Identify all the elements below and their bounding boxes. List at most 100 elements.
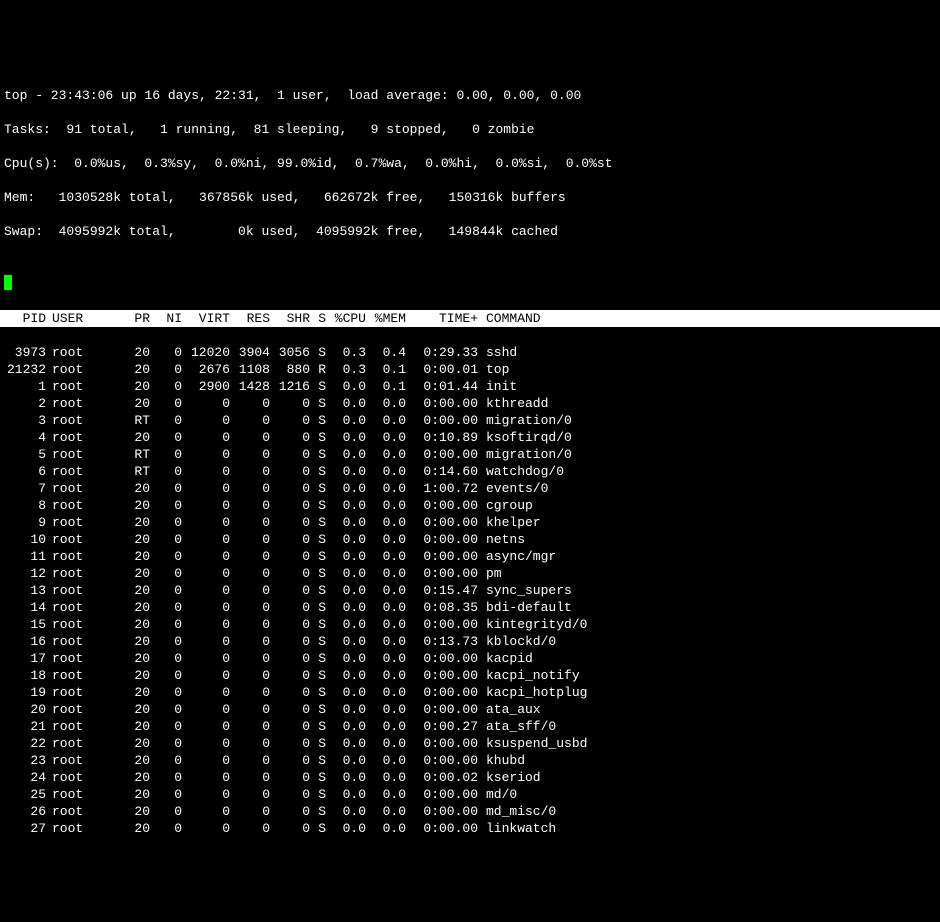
cell-time: 0:00.00 — [406, 565, 478, 582]
cell-mem: 0.0 — [366, 446, 406, 463]
cell-pr: 20 — [118, 480, 150, 497]
cell-s: S — [310, 616, 326, 633]
cell-virt: 0 — [182, 412, 230, 429]
cell-time: 0:29.33 — [406, 344, 478, 361]
cell-cmd: sync_supers — [478, 582, 940, 599]
cell-pid: 23 — [0, 752, 46, 769]
cell-pid: 17 — [0, 650, 46, 667]
column-header-row[interactable]: PID USER PR NI VIRT RES SHR S %CPU %MEM … — [0, 310, 940, 327]
cell-res: 0 — [230, 582, 270, 599]
process-row: 16root200000S0.00.00:13.73kblockd/0 — [0, 633, 940, 650]
cell-user: root — [46, 378, 118, 395]
cell-cmd: bdi-default — [478, 599, 940, 616]
cell-cpu: 0.0 — [326, 650, 366, 667]
cell-pr: 20 — [118, 497, 150, 514]
cell-ni: 0 — [150, 531, 182, 548]
cell-mem: 0.0 — [366, 531, 406, 548]
cell-ni: 0 — [150, 718, 182, 735]
cell-user: root — [46, 599, 118, 616]
cell-s: S — [310, 820, 326, 837]
cell-cpu: 0.0 — [326, 735, 366, 752]
cell-s: S — [310, 803, 326, 820]
cell-user: root — [46, 752, 118, 769]
cell-res: 0 — [230, 514, 270, 531]
cell-cpu: 0.0 — [326, 616, 366, 633]
cell-pid: 4 — [0, 429, 46, 446]
cell-time: 0:00.00 — [406, 752, 478, 769]
cell-s: S — [310, 769, 326, 786]
col-header-user[interactable]: USER — [46, 310, 118, 327]
process-row: 14root200000S0.00.00:08.35bdi-default — [0, 599, 940, 616]
col-header-virt[interactable]: VIRT — [182, 310, 230, 327]
cell-time: 1:00.72 — [406, 480, 478, 497]
cell-time: 0:00.00 — [406, 786, 478, 803]
col-header-shr[interactable]: SHR — [270, 310, 310, 327]
cell-cpu: 0.0 — [326, 820, 366, 837]
cell-time: 0:00.00 — [406, 531, 478, 548]
cell-s: S — [310, 667, 326, 684]
cell-s: S — [310, 344, 326, 361]
cell-s: S — [310, 633, 326, 650]
process-row: 24root200000S0.00.00:00.02kseriod — [0, 769, 940, 786]
cell-cpu: 0.0 — [326, 480, 366, 497]
cell-cmd: kblockd/0 — [478, 633, 940, 650]
cell-pid: 21232 — [0, 361, 46, 378]
cell-s: S — [310, 599, 326, 616]
cell-res: 1108 — [230, 361, 270, 378]
cell-s: S — [310, 548, 326, 565]
cell-virt: 0 — [182, 616, 230, 633]
col-header-mem[interactable]: %MEM — [366, 310, 406, 327]
cell-pr: 20 — [118, 565, 150, 582]
cell-ni: 0 — [150, 769, 182, 786]
cell-shr: 1216 — [270, 378, 310, 395]
cell-pr: 20 — [118, 650, 150, 667]
col-header-pr[interactable]: PR — [118, 310, 150, 327]
col-header-cmd[interactable]: COMMAND — [478, 310, 940, 327]
process-row: 19root200000S0.00.00:00.00kacpi_hotplug — [0, 684, 940, 701]
cell-pid: 6 — [0, 463, 46, 480]
cell-pid: 15 — [0, 616, 46, 633]
cell-ni: 0 — [150, 820, 182, 837]
cell-mem: 0.0 — [366, 429, 406, 446]
cell-ni: 0 — [150, 548, 182, 565]
cell-s: S — [310, 718, 326, 735]
process-list: 3973root2001202039043056S0.30.40:29.33ss… — [0, 344, 940, 837]
cell-mem: 0.0 — [366, 412, 406, 429]
col-header-time[interactable]: TIME+ — [406, 310, 478, 327]
cell-cpu: 0.0 — [326, 701, 366, 718]
cell-s: S — [310, 429, 326, 446]
cell-res: 0 — [230, 752, 270, 769]
cell-pr: 20 — [118, 395, 150, 412]
cell-user: root — [46, 361, 118, 378]
cell-virt: 0 — [182, 548, 230, 565]
cell-cpu: 0.0 — [326, 531, 366, 548]
cell-s: S — [310, 565, 326, 582]
cell-s: S — [310, 395, 326, 412]
cell-mem: 0.0 — [366, 395, 406, 412]
cell-res: 0 — [230, 548, 270, 565]
col-header-s[interactable]: S — [310, 310, 326, 327]
cell-cmd: kseriod — [478, 769, 940, 786]
process-row: 3973root2001202039043056S0.30.40:29.33ss… — [0, 344, 940, 361]
col-header-cpu[interactable]: %CPU — [326, 310, 366, 327]
col-header-res[interactable]: RES — [230, 310, 270, 327]
col-header-pid[interactable]: PID — [0, 310, 46, 327]
cell-user: root — [46, 582, 118, 599]
cell-shr: 0 — [270, 412, 310, 429]
cell-user: root — [46, 769, 118, 786]
col-header-ni[interactable]: NI — [150, 310, 182, 327]
cell-ni: 0 — [150, 582, 182, 599]
cell-s: S — [310, 735, 326, 752]
cell-shr: 0 — [270, 616, 310, 633]
cell-virt: 0 — [182, 820, 230, 837]
cell-mem: 0.0 — [366, 633, 406, 650]
cell-pr: 20 — [118, 361, 150, 378]
cell-s: S — [310, 378, 326, 395]
cell-pid: 26 — [0, 803, 46, 820]
cell-user: root — [46, 531, 118, 548]
cell-pid: 3 — [0, 412, 46, 429]
cell-res: 0 — [230, 446, 270, 463]
cell-ni: 0 — [150, 412, 182, 429]
cell-mem: 0.0 — [366, 684, 406, 701]
cell-user: root — [46, 395, 118, 412]
